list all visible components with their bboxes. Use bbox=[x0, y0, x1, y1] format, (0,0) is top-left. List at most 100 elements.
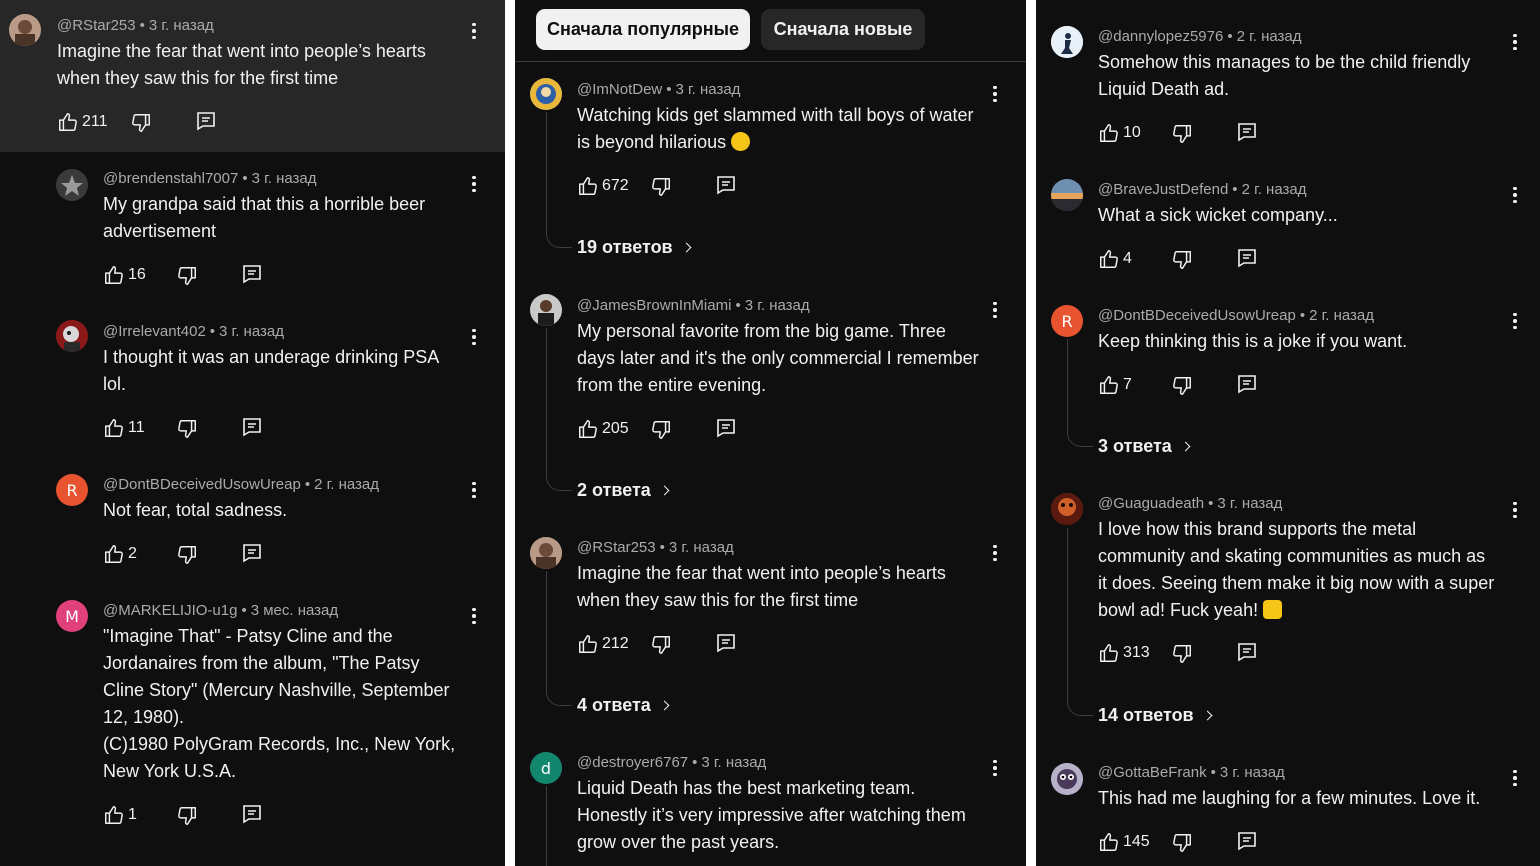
comment-meta: @JamesBrownInMiami • 3 г. назад bbox=[577, 297, 810, 314]
reply-icon[interactable] bbox=[242, 804, 262, 824]
dislike-icon[interactable] bbox=[176, 544, 198, 566]
more-icon[interactable] bbox=[1505, 498, 1525, 522]
reply-icon[interactable] bbox=[1237, 374, 1257, 394]
avatar[interactable]: M bbox=[56, 600, 88, 632]
reply-icon[interactable] bbox=[1237, 248, 1257, 268]
reply-icon[interactable] bbox=[1237, 642, 1257, 662]
dislike-icon[interactable] bbox=[176, 265, 198, 287]
more-icon[interactable] bbox=[1505, 183, 1525, 207]
dislike-icon[interactable] bbox=[1171, 375, 1193, 397]
avatar[interactable] bbox=[530, 294, 562, 326]
author-handle[interactable]: @Irrelevant402 bbox=[103, 323, 206, 340]
avatar[interactable] bbox=[1051, 493, 1083, 525]
reply-icon[interactable] bbox=[242, 264, 262, 284]
more-icon[interactable] bbox=[985, 298, 1005, 322]
author-handle[interactable]: @Guaguadeath bbox=[1098, 495, 1204, 512]
more-icon[interactable] bbox=[1505, 309, 1525, 333]
like-icon[interactable] bbox=[103, 417, 125, 439]
like-icon[interactable] bbox=[103, 543, 125, 565]
avatar[interactable] bbox=[56, 320, 88, 352]
like-icon[interactable] bbox=[103, 264, 125, 286]
author-handle[interactable]: @destroyer6767 bbox=[577, 754, 688, 771]
view-replies-button[interactable]: 3 ответа bbox=[1098, 436, 1191, 457]
view-replies-button[interactable]: 19 ответов bbox=[577, 237, 692, 258]
more-icon[interactable] bbox=[464, 172, 484, 196]
more-icon[interactable] bbox=[464, 478, 484, 502]
comment-meta: @Irrelevant402 • 3 г. назад bbox=[103, 323, 284, 340]
more-icon[interactable] bbox=[464, 19, 484, 43]
more-icon[interactable] bbox=[985, 82, 1005, 106]
author-handle[interactable]: @RStar253 bbox=[577, 539, 656, 556]
like-icon[interactable] bbox=[577, 175, 599, 197]
author-handle[interactable]: @ImNotDew bbox=[577, 81, 662, 98]
dislike-icon[interactable] bbox=[1171, 643, 1193, 665]
more-icon[interactable] bbox=[1505, 766, 1525, 790]
author-handle[interactable]: @MARKELIJIO-u1g bbox=[103, 602, 237, 619]
comment-text: Watching kids get slammed with tall boys… bbox=[577, 102, 974, 156]
comment-text: Liquid Death has the best marketing team… bbox=[577, 778, 966, 852]
avatar[interactable]: R bbox=[56, 474, 88, 506]
reply-icon[interactable] bbox=[1237, 831, 1257, 851]
reply-icon[interactable] bbox=[242, 417, 262, 437]
comment-meta: @DontBDeceivedUsowUreap • 2 г. назад bbox=[1098, 307, 1374, 324]
dislike-icon[interactable] bbox=[130, 112, 152, 134]
replies-count: 3 ответа bbox=[1098, 436, 1172, 456]
reply-icon[interactable] bbox=[716, 633, 736, 653]
dislike-icon[interactable] bbox=[176, 418, 198, 440]
author-handle[interactable]: @DontBDeceivedUsowUreap bbox=[1098, 307, 1296, 324]
avatar[interactable] bbox=[1051, 26, 1083, 58]
more-icon[interactable] bbox=[464, 604, 484, 628]
like-icon[interactable] bbox=[103, 804, 125, 826]
avatar[interactable] bbox=[1051, 179, 1083, 211]
dislike-icon[interactable] bbox=[650, 176, 672, 198]
avatar[interactable] bbox=[56, 169, 88, 201]
chevron-right-icon bbox=[1180, 441, 1191, 452]
reply-icon[interactable] bbox=[716, 175, 736, 195]
reply-icon[interactable] bbox=[196, 111, 216, 131]
comment-item: R @DontBDeceivedUsowUreap • 2 г. назад Kee… bbox=[1036, 289, 1540, 478]
reply-icon[interactable] bbox=[1237, 122, 1257, 142]
view-replies-button[interactable]: 4 ответа bbox=[577, 695, 670, 716]
comment-time: 3 г. назад bbox=[1219, 764, 1285, 781]
reply-icon[interactable] bbox=[716, 418, 736, 438]
like-icon[interactable] bbox=[1098, 831, 1120, 853]
dislike-icon[interactable] bbox=[650, 634, 672, 656]
dislike-icon[interactable] bbox=[650, 419, 672, 441]
author-handle[interactable]: @GottaBeFrank bbox=[1098, 764, 1207, 781]
avatar[interactable]: R bbox=[1051, 305, 1083, 337]
author-handle[interactable]: @dannylopez5976 bbox=[1098, 28, 1223, 45]
like-icon[interactable] bbox=[1098, 122, 1120, 144]
avatar[interactable] bbox=[530, 78, 562, 110]
author-handle[interactable]: @JamesBrownInMiami bbox=[577, 297, 731, 314]
avatar[interactable] bbox=[530, 537, 562, 569]
author-handle[interactable]: @BraveJustDefend bbox=[1098, 181, 1228, 198]
comment-actions: 205 bbox=[577, 418, 747, 442]
more-icon[interactable] bbox=[985, 541, 1005, 565]
view-replies-button[interactable]: 14 ответов bbox=[1098, 705, 1213, 726]
reply-icon[interactable] bbox=[242, 543, 262, 563]
like-icon[interactable] bbox=[1098, 248, 1120, 270]
more-icon[interactable] bbox=[1505, 30, 1525, 54]
dislike-icon[interactable] bbox=[1171, 249, 1193, 271]
avatar[interactable] bbox=[9, 14, 41, 46]
like-icon[interactable] bbox=[577, 633, 599, 655]
view-replies-button[interactable]: 2 ответа bbox=[577, 480, 670, 501]
like-icon[interactable] bbox=[57, 111, 79, 133]
replies-count: 19 ответов bbox=[577, 237, 673, 257]
dislike-icon[interactable] bbox=[1171, 832, 1193, 854]
avatar[interactable] bbox=[1051, 763, 1083, 795]
like-icon[interactable] bbox=[1098, 374, 1120, 396]
author-handle[interactable]: @DontBDeceivedUsowUreap bbox=[103, 476, 301, 493]
sort-chip-popular[interactable]: Сначала популярные bbox=[536, 9, 750, 50]
more-icon[interactable] bbox=[464, 325, 484, 349]
sort-chip-new[interactable]: Сначала новые bbox=[761, 9, 925, 50]
dislike-icon[interactable] bbox=[1171, 123, 1193, 145]
like-icon[interactable] bbox=[577, 418, 599, 440]
avatar[interactable]: d bbox=[530, 752, 562, 784]
author-handle[interactable]: @brendenstahl7007 bbox=[103, 170, 238, 187]
chevron-right-icon bbox=[659, 485, 670, 496]
like-icon[interactable] bbox=[1098, 642, 1120, 664]
dislike-icon[interactable] bbox=[176, 805, 198, 827]
more-icon[interactable] bbox=[985, 756, 1005, 780]
author-handle[interactable]: @RStar253 bbox=[57, 17, 136, 34]
